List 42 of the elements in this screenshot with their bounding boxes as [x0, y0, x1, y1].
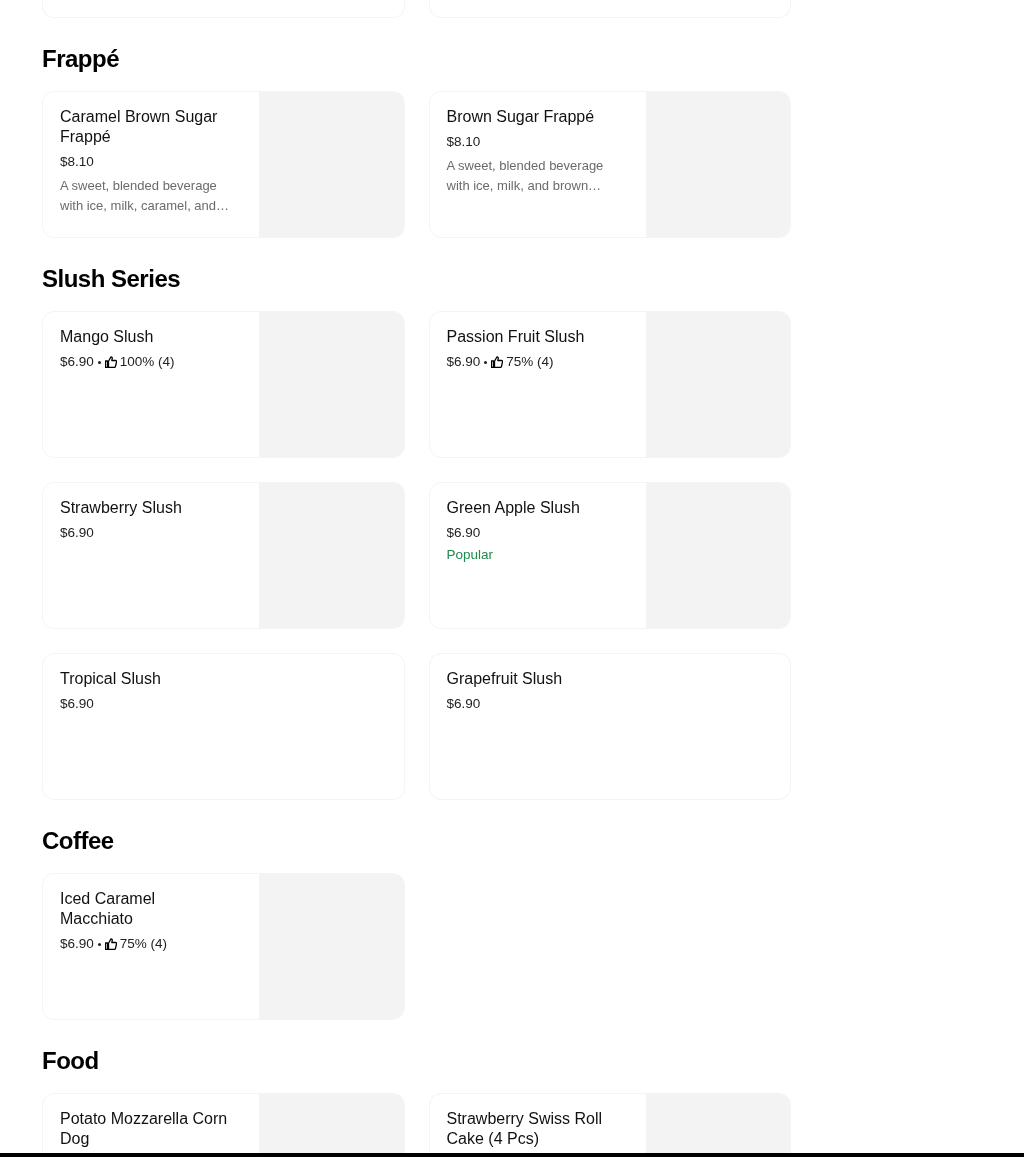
rating-text: 100% (4) — [119, 353, 175, 371]
item-price: $6.90 — [446, 695, 481, 713]
item-name: Potato Mozzarella Corn Dog — [60, 1109, 228, 1149]
section-heading: Frappé — [42, 44, 120, 74]
section-heading: Slush Series — [42, 264, 182, 294]
section-heading: Coffee — [42, 826, 115, 856]
menu-card[interactable]: Passion Fruit Slush $6.90 75% (4) — [428, 311, 791, 458]
item-name: Brown Sugar Frappé — [446, 107, 596, 127]
item-name: Strawberry Slush — [60, 498, 183, 518]
rating-text: 75% (4) — [506, 353, 554, 371]
item-price: $8.10 — [446, 133, 481, 151]
item-name: Green Apple Slush — [446, 498, 581, 518]
item-description: A sweet, blended beverage with ice, milk, and brown… — [446, 157, 605, 195]
item-price: $6.90 — [60, 353, 94, 371]
thumbs-up-icon — [104, 356, 117, 368]
item-price: $8.10 — [60, 153, 94, 171]
menu-card[interactable]: Tropical Slush $6.90 — [42, 653, 405, 800]
item-name: Strawberry Swiss Roll Cake (4 Pcs) — [446, 1109, 604, 1149]
item-name: Mango Slush — [60, 327, 155, 347]
item-price: $6.90 — [60, 935, 94, 953]
menu-card[interactable]: Strawberry Slush $6.90 — [42, 482, 405, 629]
thumbs-up-icon — [491, 356, 504, 368]
item-description: A sweet, blended beverage with ice, milk, caramel, and… — [60, 177, 231, 215]
menu-card[interactable]: Caramel Brown Sugar Frappé $8.10 A sweet, blended beverage with ice, milk, caramel, and… — [42, 91, 405, 238]
menu-card[interactable]: Green Apple Slush $6.90 Popular — [428, 482, 791, 629]
item-name: Iced Caramel Macchiato — [60, 889, 157, 929]
item-name: Caramel Brown Sugar Frappé — [60, 107, 219, 147]
item-price: $6.90 — [60, 695, 94, 713]
popular-label: Popular — [446, 546, 495, 564]
item-price: $6.90 — [446, 524, 481, 542]
menu-card[interactable]: Mango Slush $6.90 100% (4) — [42, 311, 405, 458]
menu-card[interactable]: Brown Sugar Frappé $8.10 A sweet, blended beverage with ice, milk, and brown… — [428, 91, 791, 238]
rating-text: 75% (4) — [119, 935, 168, 953]
menu-card[interactable]: Grapefruit Slush $6.90 — [428, 653, 791, 800]
thumbs-up-icon — [104, 938, 117, 950]
menu-card[interactable]: Iced Caramel Macchiato $6.90 75% (4) — [42, 873, 405, 1020]
item-price: $6.90 — [60, 524, 94, 542]
item-name: Tropical Slush — [60, 669, 162, 689]
item-name: Passion Fruit Slush — [446, 327, 586, 347]
item-name: Grapefruit Slush — [446, 669, 564, 689]
item-price: $6.90 — [446, 353, 481, 371]
section-heading: Food — [42, 1046, 100, 1076]
